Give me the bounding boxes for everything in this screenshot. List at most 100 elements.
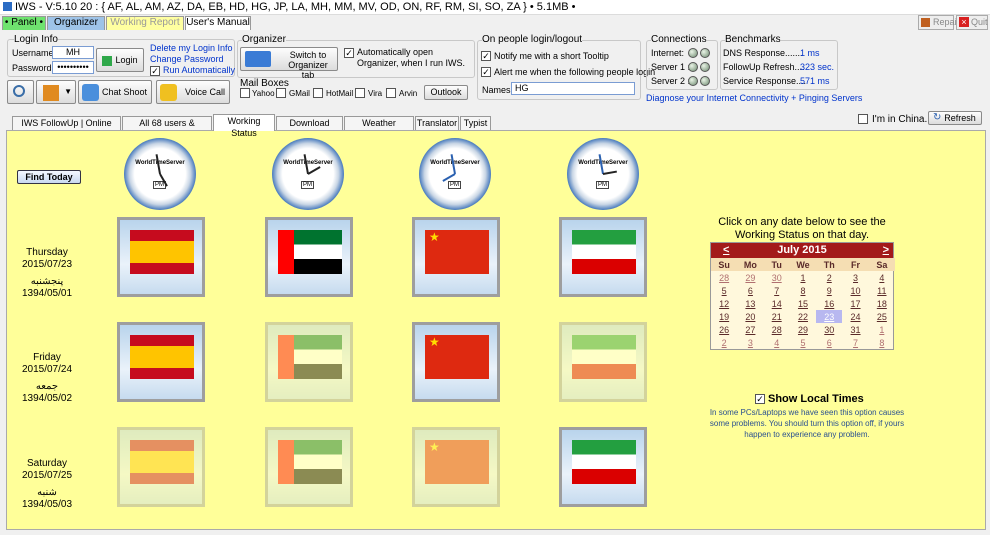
tab-users-manual[interactable]: User's Manual [185, 16, 251, 30]
calendar-day[interactable]: 4 [869, 271, 895, 284]
flag-spain-3[interactable] [117, 427, 205, 507]
flag-iran-2[interactable] [559, 322, 647, 402]
change-password-link[interactable]: Change Password [150, 54, 224, 64]
calendar-day[interactable]: 26 [711, 323, 737, 336]
flag-spain-1[interactable] [117, 217, 205, 297]
calendar-day[interactable]: 2 [816, 271, 842, 284]
calendar-day[interactable]: 9 [816, 284, 842, 297]
calendar-day[interactable]: 8 [790, 284, 816, 297]
calendar-day[interactable]: 2 [711, 336, 737, 349]
calendar-day[interactable]: 7 [764, 284, 790, 297]
title-bar: IWS - V:5.10 20 : { AF, AL, AM, AZ, DA, … [0, 0, 990, 15]
quit-button[interactable]: × Quit [956, 15, 988, 30]
calendar-weekdays: Su Mo Tu We Th Fr Sa [711, 258, 895, 271]
tab-working-report[interactable]: Working Report [106, 16, 184, 30]
find-today-button[interactable]: Find Today [17, 170, 81, 184]
flag-iran-1[interactable] [559, 217, 647, 297]
tab-weather-forecast[interactable]: Weather Forecast [344, 116, 414, 140]
calendar-day[interactable]: 3 [842, 271, 868, 284]
hotmail-checkbox[interactable] [313, 88, 323, 98]
calendar-day[interactable]: 31 [842, 323, 868, 336]
tab-download-center[interactable]: Download Center [276, 116, 343, 140]
calendar-day[interactable]: 30 [816, 323, 842, 336]
calendar-day[interactable]: 4 [764, 336, 790, 349]
repair-button[interactable]: Repair [918, 15, 960, 30]
calendar-day[interactable]: 6 [816, 336, 842, 349]
diagnose-link[interactable]: Diagnose your Internet Connectivity + Pi… [646, 93, 862, 103]
alert-login-checkbox[interactable]: ✓ [481, 67, 491, 77]
gmail-checkbox[interactable] [276, 88, 286, 98]
followup-refresh-label: FollowUp Refresh.... [723, 62, 805, 72]
login-button[interactable]: Login [96, 48, 144, 72]
calendar-day[interactable]: 12 [711, 297, 737, 310]
arvin-checkbox[interactable] [386, 88, 396, 98]
delete-login-link[interactable]: Delete my Login Info [150, 43, 233, 53]
voice-call-button[interactable]: Voice Call [156, 80, 230, 104]
calendar-day[interactable]: 22 [790, 310, 816, 323]
calendar-day[interactable]: 29 [737, 271, 763, 284]
tab-all-users[interactable]: All 68 users & Activities [122, 116, 212, 140]
calendar: < July 2015 > Su Mo Tu We Th Fr Sa 28 29 30 1 2 3 4 … [710, 242, 895, 350]
calendar-day[interactable]: 1 [869, 323, 895, 336]
flag-uae-3[interactable] [265, 427, 353, 507]
tab-working-status[interactable]: Working Status [213, 114, 275, 138]
calendar-day[interactable]: 29 [790, 323, 816, 336]
flag-spain-2[interactable] [117, 322, 205, 402]
calendar-day[interactable]: 5 [790, 336, 816, 349]
yahoo-checkbox[interactable] [240, 88, 250, 98]
calendar-day[interactable]: 6 [737, 284, 763, 297]
calendar-day[interactable]: 5 [711, 284, 737, 297]
flag-uae-1[interactable] [265, 217, 353, 297]
tab-iws-followup[interactable]: IWS FollowUp | Online Users [12, 116, 121, 140]
calendar-day[interactable]: 8 [869, 336, 895, 349]
calendar-day[interactable]: 25 [869, 310, 895, 323]
calendar-day[interactable]: 17 [842, 297, 868, 310]
password-input[interactable]: •••••••••• [52, 61, 94, 74]
calendar-next[interactable]: > [883, 243, 889, 258]
calendar-day[interactable]: 7 [842, 336, 868, 349]
calendar-day[interactable]: 28 [764, 323, 790, 336]
calendar-day[interactable]: 24 [842, 310, 868, 323]
auto-open-organizer-checkbox[interactable]: ✓ [344, 48, 354, 58]
tab-typist[interactable]: Typist [460, 116, 491, 130]
calendar-day[interactable]: 30 [764, 271, 790, 284]
names-input[interactable]: HG [511, 82, 635, 95]
vira-checkbox[interactable] [355, 88, 365, 98]
close-icon: × [959, 17, 969, 27]
calendar-day[interactable]: 20 [737, 310, 763, 323]
calendar-day[interactable]: 3 [737, 336, 763, 349]
tools-dropdown-button[interactable]: ▼ [36, 80, 76, 104]
tab-panel[interactable]: • Panel • [2, 16, 46, 30]
tab-organizer[interactable]: Organizer [47, 16, 105, 30]
calendar-day[interactable]: 21 [764, 310, 790, 323]
calendar-day[interactable]: 18 [869, 297, 895, 310]
calendar-day[interactable]: 1 [790, 271, 816, 284]
calendar-day[interactable]: 10 [842, 284, 868, 297]
flag-iran-3[interactable] [559, 427, 647, 507]
calendar-day[interactable]: 11 [869, 284, 895, 297]
flag-china-3[interactable]: ★ [412, 427, 500, 507]
show-local-times-checkbox[interactable]: ✓ [755, 394, 765, 404]
calendar-day-selected[interactable]: 23 [816, 310, 843, 323]
flag-china-1[interactable]: ★ [412, 217, 500, 297]
run-auto-checkbox[interactable]: ✓ [150, 66, 160, 76]
china-checkbox[interactable] [858, 114, 868, 124]
calendar-day[interactable]: 28 [711, 271, 737, 284]
chat-shoot-button[interactable]: Chat Shoot [78, 80, 152, 104]
calendar-day[interactable]: 13 [737, 297, 763, 310]
flag-china-2[interactable]: ★ [412, 322, 500, 402]
calendar-day[interactable]: 14 [764, 297, 790, 310]
calendar-day[interactable]: 19 [711, 310, 737, 323]
calendar-day[interactable]: 27 [737, 323, 763, 336]
outlook-button[interactable]: Outlook [424, 85, 468, 100]
notify-tooltip-checkbox[interactable]: ✓ [481, 51, 491, 61]
username-input[interactable]: MH [52, 46, 94, 59]
tab-translator[interactable]: Translator [415, 116, 459, 130]
refresh-button[interactable]: ↻ Refresh [928, 111, 982, 125]
flag-uae-2[interactable] [265, 322, 353, 402]
switch-organizer-button[interactable]: Switch to Organizer tab [240, 47, 338, 80]
calendar-prev[interactable]: < [723, 243, 729, 258]
search-button[interactable] [7, 80, 34, 104]
calendar-day[interactable]: 15 [790, 297, 816, 310]
calendar-day[interactable]: 16 [816, 297, 842, 310]
